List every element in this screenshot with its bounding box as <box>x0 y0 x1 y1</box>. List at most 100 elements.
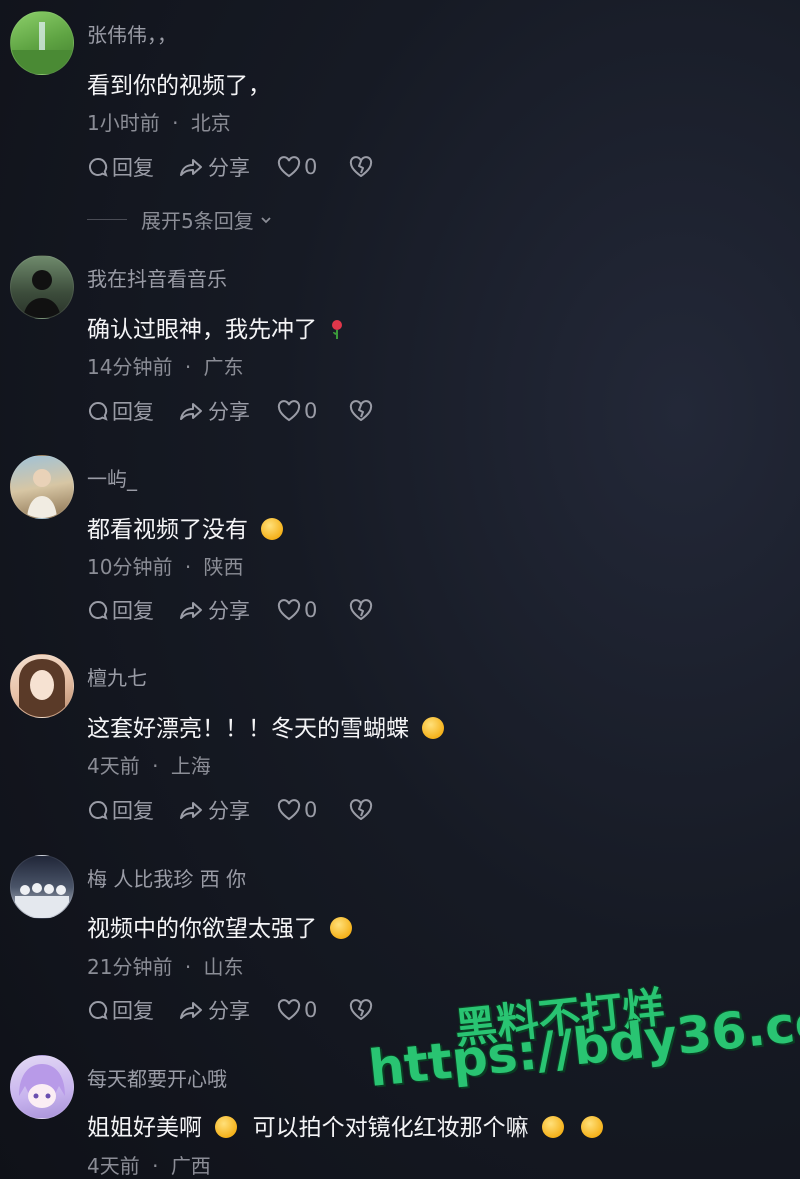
separator: · <box>152 1154 159 1178</box>
comment-username[interactable]: 每天都要开心哦 <box>87 1063 227 1092</box>
like-count: 0 <box>304 798 318 822</box>
comment-text: 都看视频了没有 <box>87 510 284 544</box>
dislike-button[interactable] <box>349 999 373 1021</box>
comment-meta: 21分钟前 · 山东 <box>87 951 244 980</box>
avatar[interactable] <box>10 855 74 919</box>
comment-username[interactable]: 一屿_ <box>87 463 137 492</box>
heart-icon <box>277 599 301 621</box>
comment-text-part: 姐姐好美啊 <box>87 1115 202 1141</box>
comment-text-content: 视频中的你欲望太强了 <box>87 916 317 942</box>
comment-username[interactable]: 我在抖音看音乐 <box>87 263 227 292</box>
like-count: 0 <box>304 155 318 179</box>
comment-text-content: 确认过眼神，我先冲了 <box>87 317 317 343</box>
comment-text-part: 可以拍个对镜化红妆那个嘛 <box>252 1115 529 1141</box>
comment-username[interactable]: 檀九七 <box>87 662 147 691</box>
reply-label: 回复 <box>112 400 154 424</box>
reply-label: 回复 <box>112 999 154 1023</box>
comment-actions: 回复 分享 0 <box>87 796 373 824</box>
reply-button[interactable]: 回复 <box>87 795 179 825</box>
rose-emoji-icon <box>332 320 343 339</box>
reply-icon <box>89 800 108 820</box>
expand-replies-button[interactable]: 展开5条回复 <box>87 205 274 234</box>
watermark-line-1: 黑料不打烊 <box>452 982 667 1054</box>
comment-meta: 1小时前 · 北京 <box>87 107 231 136</box>
share-icon <box>180 1002 202 1019</box>
like-button[interactable]: 0 <box>277 399 349 423</box>
comment-text: 视频中的你欲望太强了 <box>87 909 353 943</box>
comment-text: 看到你的视频了， <box>87 73 271 99</box>
separator: · <box>184 555 192 579</box>
share-label: 分享 <box>208 599 250 623</box>
share-button[interactable]: 分享 <box>179 595 277 625</box>
comment-time: 4天前 <box>87 1154 140 1178</box>
comment-time: 14分钟前 <box>87 355 173 379</box>
heart-icon <box>277 799 301 821</box>
comment-location: 陕西 <box>203 555 244 579</box>
separator: · <box>184 955 192 979</box>
comment-location: 北京 <box>190 111 231 135</box>
like-button[interactable]: 0 <box>277 798 349 822</box>
share-button[interactable]: 分享 <box>179 795 277 825</box>
comment-actions: 回复 分享 0 <box>87 996 373 1024</box>
comment-meta: 4天前 · 上海 <box>87 750 211 779</box>
chevron-down-icon <box>261 216 271 223</box>
comment-time: 4天前 <box>87 754 140 778</box>
reply-icon <box>89 1000 108 1020</box>
scared-face-emoji-icon <box>422 717 445 739</box>
reply-label: 回复 <box>112 799 154 823</box>
comment-username[interactable]: 张伟伟，， <box>87 19 177 48</box>
share-icon <box>180 802 202 819</box>
reply-icon <box>89 157 108 177</box>
comment-meta: 4天前 · 广西 <box>87 1150 211 1179</box>
reply-icon <box>89 401 108 421</box>
comment-location: 上海 <box>170 754 211 778</box>
reply-button[interactable]: 回复 <box>87 396 179 426</box>
dislike-button[interactable] <box>349 799 373 821</box>
reply-button[interactable]: 回复 <box>87 995 179 1025</box>
broken-heart-icon <box>349 156 373 177</box>
comment-text-content: 这套好漂亮！！！冬天的雪蝴蝶 <box>87 716 409 742</box>
comment-text: 这套好漂亮！！！冬天的雪蝴蝶 <box>87 709 445 743</box>
dislike-button[interactable] <box>349 156 373 178</box>
avatar[interactable] <box>10 654 74 718</box>
like-button[interactable]: 0 <box>277 155 349 179</box>
share-label: 分享 <box>208 799 250 823</box>
comment-time: 10分钟前 <box>87 555 173 579</box>
comment-meta: 10分钟前 · 陕西 <box>87 551 244 580</box>
like-button[interactable]: 0 <box>277 998 349 1022</box>
pleading-face-emoji-icon <box>541 1116 564 1138</box>
broken-heart-icon <box>349 999 373 1020</box>
comment-actions: 回复 分享 0 <box>87 596 373 624</box>
laughing-face-emoji-icon <box>330 917 353 939</box>
share-icon <box>180 602 202 619</box>
comment-meta: 14分钟前 · 广东 <box>87 351 244 380</box>
like-count: 0 <box>304 998 318 1022</box>
share-button[interactable]: 分享 <box>179 995 277 1025</box>
share-label: 分享 <box>208 999 250 1023</box>
like-button[interactable]: 0 <box>277 598 349 622</box>
share-button[interactable]: 分享 <box>179 396 277 426</box>
reply-button[interactable]: 回复 <box>87 595 179 625</box>
comment-text: 确认过眼神，我先冲了 <box>87 310 344 344</box>
watermark-line-2: https://bdy36.co <box>365 992 800 1098</box>
heart-eyes-emoji-icon <box>215 1116 238 1138</box>
broken-heart-icon <box>349 599 373 620</box>
heart-icon <box>277 156 301 178</box>
comment-actions: 回复 分享 0 <box>87 153 373 181</box>
comment-username[interactable]: 梅 人比我珍 西 你 <box>87 863 246 892</box>
avatar[interactable] <box>10 255 74 319</box>
share-icon <box>180 159 202 176</box>
avatar[interactable] <box>10 1055 74 1119</box>
dislike-button[interactable] <box>349 599 373 621</box>
share-label: 分享 <box>208 400 250 424</box>
heart-icon <box>277 999 301 1021</box>
comment-text: 姐姐好美啊 可以拍个对镜化红妆那个嘛 <box>87 1108 604 1142</box>
avatar[interactable] <box>10 455 74 519</box>
crying-face-emoji-icon <box>261 518 284 540</box>
comment-text-content: 都看视频了没有 <box>87 517 248 543</box>
reply-button[interactable]: 回复 <box>87 152 179 182</box>
broken-heart-icon <box>349 799 373 820</box>
dislike-button[interactable] <box>349 400 373 422</box>
share-button[interactable]: 分享 <box>179 152 277 182</box>
avatar[interactable] <box>10 11 74 75</box>
